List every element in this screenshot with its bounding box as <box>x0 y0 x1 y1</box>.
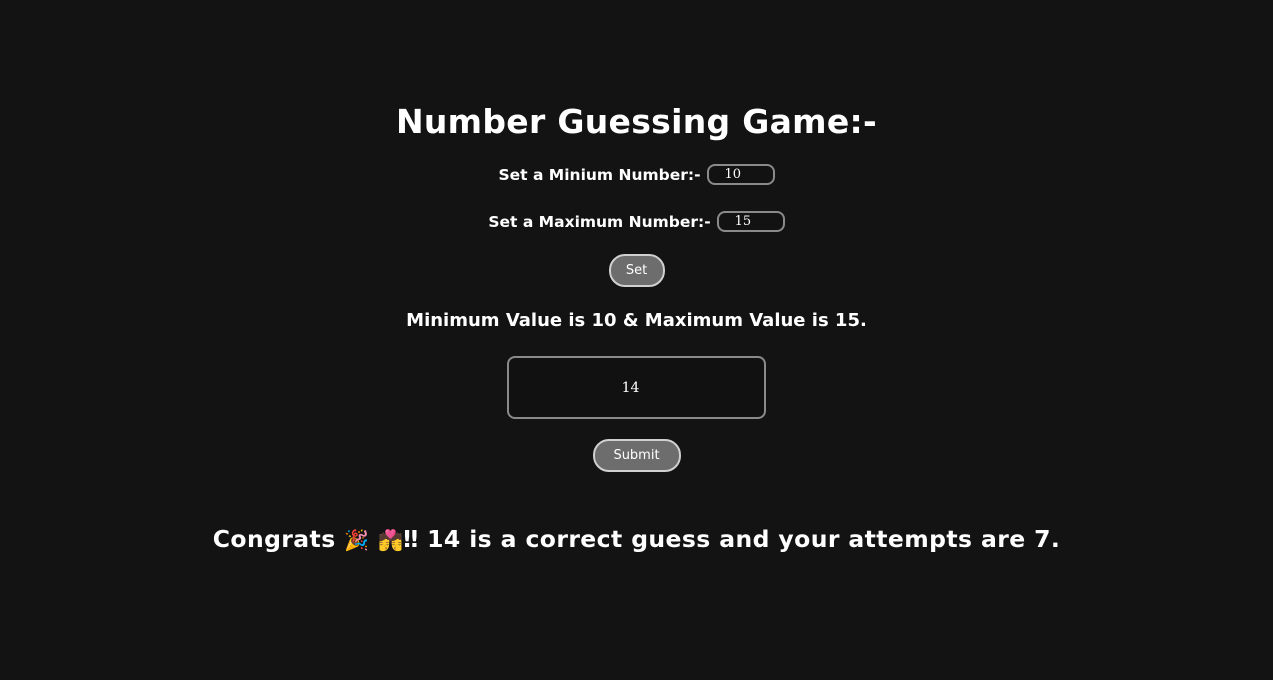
result-text: ‼ 14 is a correct guess and your attempt… <box>403 525 1061 553</box>
result-message: Congrats 🎉 💏‼ 14 is a correct guess and … <box>0 525 1273 553</box>
result-prefix: Congrats <box>212 525 336 553</box>
submit-button-container: Submit <box>0 439 1273 472</box>
set-button-container: Set <box>0 254 1273 287</box>
party-popper-icon: 🎉 <box>344 528 370 552</box>
submit-button[interactable]: Submit <box>592 439 681 472</box>
set-button[interactable]: Set <box>608 254 665 287</box>
max-number-label: Set a Maximum Number:- <box>488 212 711 231</box>
couple-kiss-icon: 💏 <box>378 528 404 552</box>
guess-input-container <box>0 356 1273 419</box>
page-title: Number Guessing Game:- <box>395 102 878 141</box>
min-number-input[interactable] <box>706 164 775 185</box>
guess-input[interactable] <box>507 356 766 419</box>
min-number-row: Set a Minium Number:- <box>0 164 1273 185</box>
title-container: Number Guessing Game:- <box>0 102 1273 141</box>
max-number-row: Set a Maximum Number:- <box>0 211 1273 232</box>
range-info-text: Minimum Value is 10 & Maximum Value is 1… <box>406 310 867 331</box>
max-number-input[interactable] <box>716 211 785 232</box>
min-number-label: Set a Minium Number:- <box>498 165 701 184</box>
